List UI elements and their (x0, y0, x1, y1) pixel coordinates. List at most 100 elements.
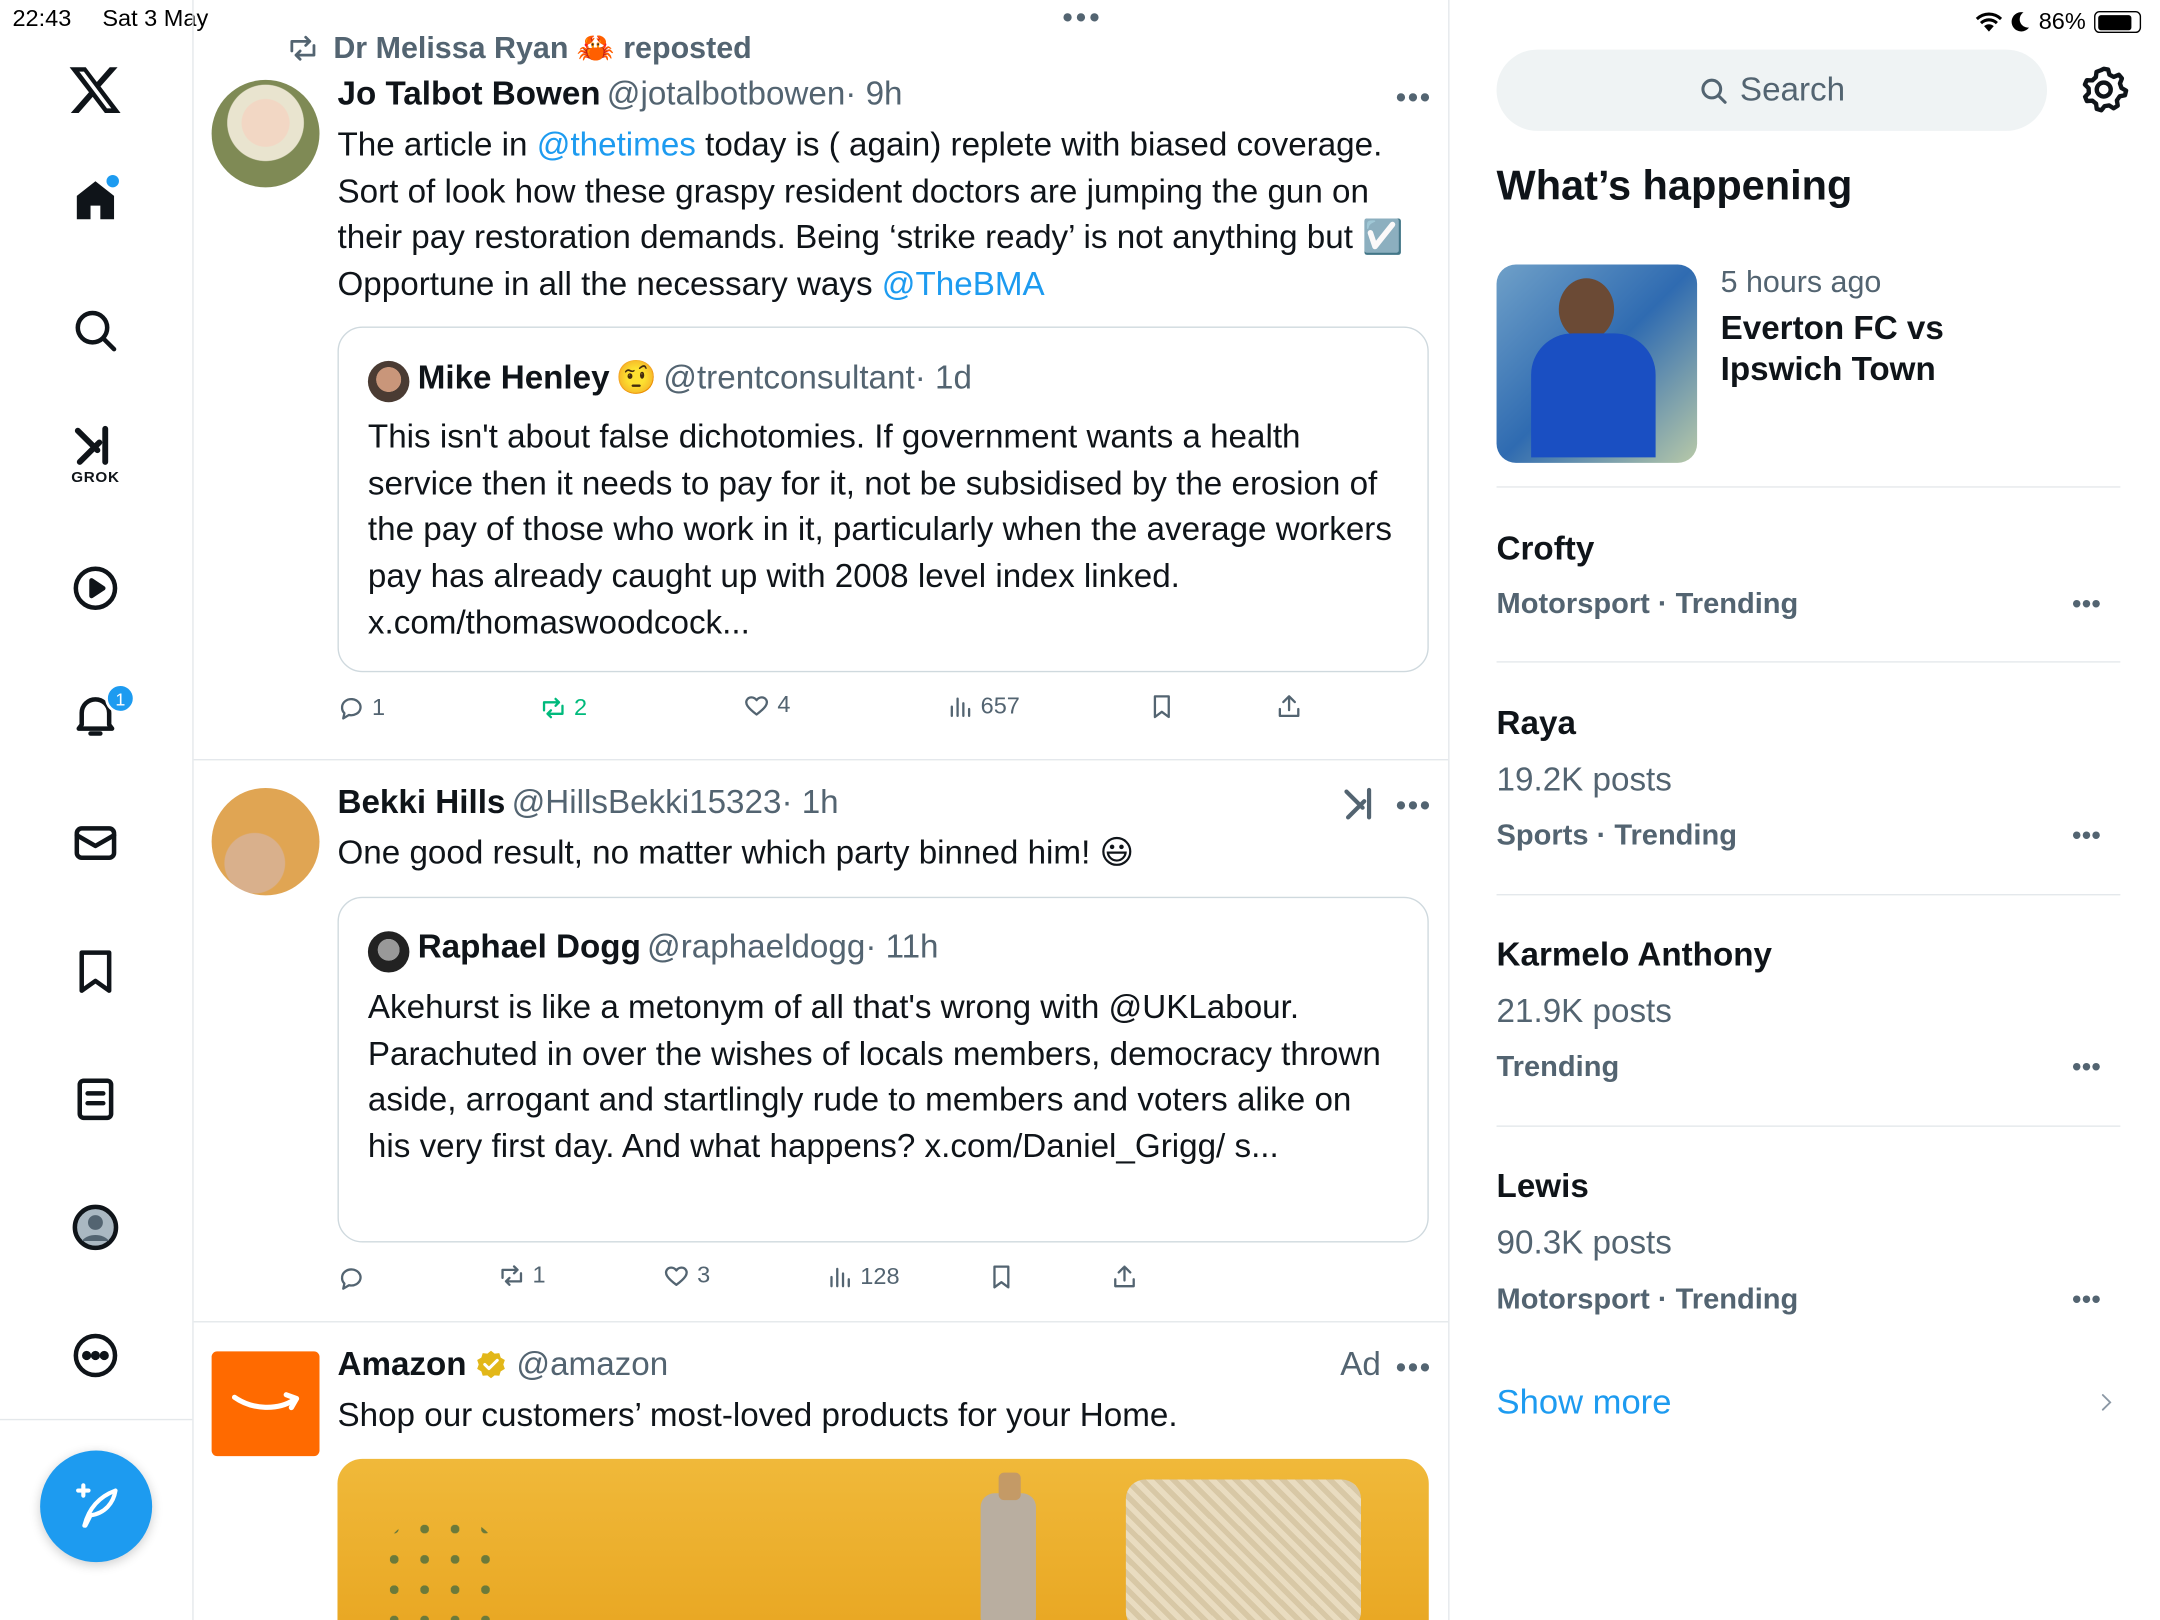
grok-explain-icon[interactable] (1342, 785, 1381, 830)
section-heading: What’s happening (1496, 163, 1853, 210)
ad-label: Ad (1340, 1345, 1381, 1384)
heart-icon (745, 696, 769, 716)
bottle-cap (998, 1472, 1021, 1501)
amazon-logo-icon[interactable] (211, 1351, 320, 1457)
mention-link[interactable]: @TheBMA (882, 266, 1045, 303)
trend-category: Sports · Trending (1496, 819, 1737, 852)
tweet-more-button[interactable]: ••• (1396, 1350, 1432, 1386)
author-handle[interactable]: @jotalbotbowen (607, 76, 846, 113)
view-count: 657 (980, 692, 1020, 720)
tweet-body: One good result, no matter which party b… (337, 834, 1135, 872)
author-name[interactable]: Bekki Hills (337, 784, 505, 821)
compose-button[interactable] (40, 1450, 153, 1563)
tweet-time[interactable]: · 9h (845, 76, 902, 113)
status-indicators: 86% (1975, 8, 2142, 36)
repost-icon (501, 1265, 523, 1286)
more-icon[interactable] (61, 1321, 130, 1390)
views-icon (830, 1267, 850, 1288)
wifi-icon (1975, 12, 2003, 32)
player-head (1558, 278, 1615, 341)
author-handle[interactable]: @HillsBekki15323 (512, 784, 782, 821)
gear-icon (2082, 66, 2129, 113)
lists-icon[interactable] (61, 1065, 130, 1134)
bookmark-button[interactable] (1148, 693, 1176, 721)
battery-percent: 86% (2038, 8, 2086, 35)
tweet-more-button[interactable]: ••• (1396, 80, 1432, 116)
trend-title[interactable]: Karmelo Anthony (1497, 937, 1772, 976)
search-input[interactable]: Search (1496, 49, 2048, 131)
views-icon (950, 697, 971, 718)
trend-title[interactable]: Lewis (1497, 1168, 1589, 1207)
like-button[interactable]: 3 (663, 1262, 710, 1290)
repost-count: 2 (573, 694, 588, 721)
home-icon[interactable] (61, 165, 130, 234)
bookmark-button[interactable] (988, 1263, 1016, 1291)
repost-button[interactable]: 2 (539, 694, 587, 722)
featured-image[interactable] (1496, 264, 1698, 463)
tweet-header: Bekki Hills @HillsBekki15323· 1h (337, 784, 838, 823)
player-shirt (1531, 333, 1656, 458)
share-button[interactable] (1275, 693, 1303, 721)
views-button[interactable]: 128 (826, 1263, 900, 1291)
reply-button[interactable] (337, 1265, 372, 1293)
home-unread-dot (106, 174, 119, 188)
trend-more-button[interactable]: ••• (2072, 1285, 2101, 1317)
tweet-header: Jo Talbot Bowen @jotalbotbowen· 9h (337, 76, 902, 115)
reply-button[interactable]: 1 (337, 694, 385, 722)
repost-count: 1 (532, 1261, 546, 1289)
notifications-icon[interactable]: 1 (61, 681, 136, 750)
video-icon[interactable] (61, 554, 130, 623)
quote-avatar (367, 360, 410, 403)
bottle-shape (980, 1493, 1036, 1620)
quote-author-handle: @trentconsultant (663, 359, 915, 397)
tweet-more-button[interactable]: ••• (1396, 788, 1432, 824)
trend-more-button[interactable]: ••• (2072, 821, 2101, 853)
trend-more-button[interactable]: ••• (2072, 1052, 2101, 1084)
moon-icon (2011, 12, 2030, 32)
tweet-body: The article in @thetimes today is ( agai… (337, 126, 1404, 304)
verified-badge-icon (477, 1350, 506, 1379)
repost-context[interactable]: Dr Melissa Ryan 🦀 reposted (286, 30, 752, 66)
show-more-link[interactable]: Show more (1497, 1383, 1672, 1423)
author-handle[interactable]: @amazon (516, 1346, 668, 1385)
avatar[interactable] (211, 79, 320, 188)
reply-icon (340, 1268, 362, 1290)
settings-button[interactable] (2077, 63, 2130, 122)
avatar[interactable] (211, 787, 320, 896)
trend-more-button[interactable]: ••• (2072, 590, 2101, 622)
repost-icon (542, 697, 564, 719)
quote-tweet[interactable]: Mike Henley 🤨 @trentconsultant· 1d This … (337, 326, 1429, 673)
grok-label: GROK (71, 469, 120, 487)
x-logo-icon[interactable] (61, 55, 130, 124)
messages-icon[interactable] (61, 809, 130, 878)
author-name[interactable]: Jo Talbot Bowen (337, 76, 600, 113)
profile-icon[interactable] (61, 1193, 130, 1262)
ad-image[interactable] (337, 1458, 1429, 1620)
repost-button[interactable]: 1 (498, 1262, 546, 1290)
chevron-right-icon[interactable] (2095, 1389, 2117, 1423)
quote-body: Akehurst is like a metonym of all that's… (367, 989, 1381, 1166)
tweet-body: Shop our customers’ most-loved products … (337, 1396, 1178, 1435)
trend-title[interactable]: Crofty (1497, 530, 1595, 569)
share-button[interactable] (1111, 1263, 1139, 1291)
trend-posts: 90.3K posts (1496, 1224, 1672, 1262)
tweet-time[interactable]: · 1h (781, 784, 838, 821)
tweet-header: Amazon @amazon (337, 1346, 668, 1385)
like-button[interactable]: 4 (743, 692, 790, 720)
author-name[interactable]: Amazon (337, 1346, 466, 1385)
basket-shape (1125, 1479, 1361, 1620)
share-icon (1278, 695, 1300, 718)
bookmarks-icon[interactable] (61, 937, 130, 1006)
battery-icon (2094, 11, 2142, 34)
featured-title[interactable]: Everton FC vs Ipswich Town (1721, 309, 1998, 392)
mention-link[interactable]: @thetimes (537, 127, 696, 164)
trend-title[interactable]: Raya (1497, 705, 1576, 744)
notification-badge: 1 (105, 683, 136, 714)
quote-avatar (367, 931, 410, 973)
quote-tweet[interactable]: Raphael Dogg @raphaeldogg· 11h Akehurst … (337, 896, 1429, 1243)
grok-icon[interactable]: GROK (61, 420, 130, 489)
search-nav-icon[interactable] (61, 296, 130, 365)
reply-count: 1 (372, 694, 386, 721)
multitask-dots-icon[interactable]: ••• (1062, 0, 1102, 36)
views-button[interactable]: 657 (946, 693, 1020, 721)
